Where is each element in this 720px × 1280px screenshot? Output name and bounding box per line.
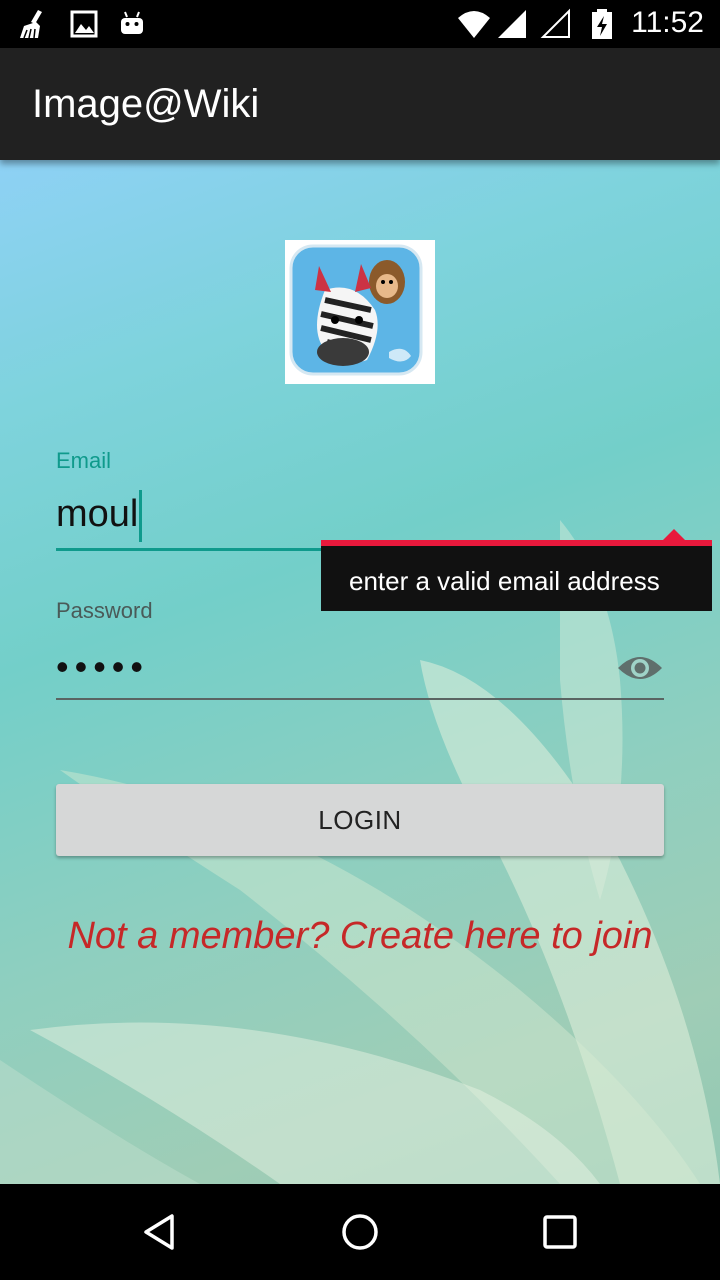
password-field[interactable]: ••••• <box>56 646 356 687</box>
recents-icon[interactable] <box>540 1212 580 1252</box>
app-bar: Image@Wiki <box>0 48 720 160</box>
battery-charging-icon <box>592 9 612 39</box>
error-arrow <box>663 529 685 540</box>
password-underline <box>56 698 664 700</box>
broom-icon <box>20 10 42 39</box>
error-message: enter a valid email address <box>349 566 660 596</box>
clock: 11:52 <box>631 6 704 39</box>
email-value: moul <box>56 493 139 536</box>
app-logo <box>285 240 435 384</box>
signup-link[interactable]: Not a member? Create here to join <box>0 915 720 958</box>
status-bar: 11:52 <box>0 0 720 48</box>
eye-icon[interactable] <box>616 648 664 688</box>
wifi-icon <box>458 11 490 38</box>
navigation-bar <box>0 1184 720 1280</box>
android-icon <box>121 11 143 34</box>
zebra-monkey-app-logo <box>289 244 423 376</box>
error-highlight <box>321 540 712 546</box>
back-icon[interactable] <box>140 1212 180 1252</box>
email-field[interactable]: moul <box>56 490 326 548</box>
login-button[interactable]: LOGIN <box>56 784 664 856</box>
text-cursor <box>139 490 143 542</box>
signal-empty-icon <box>540 8 570 38</box>
home-icon[interactable] <box>340 1212 380 1252</box>
app-title: Image@Wiki <box>32 82 260 126</box>
login-screen: Email moul Password ••••• enter a valid … <box>0 160 720 1184</box>
image-icon <box>70 10 98 38</box>
email-error-popup: enter a valid email address <box>321 529 712 611</box>
password-label: Password <box>56 598 153 623</box>
signal-icon <box>498 10 526 38</box>
email-label: Email <box>56 448 112 473</box>
